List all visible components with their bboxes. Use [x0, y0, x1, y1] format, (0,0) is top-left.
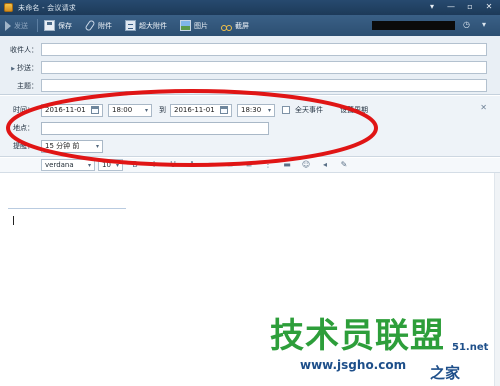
to-separator-label: 到: [159, 106, 166, 114]
window-title: 未命名 - 会议请求: [18, 3, 76, 12]
format-toolbar: verdana ▾ 10 ▾ B I U A ≡ ≡ ≡ ⋮ ▬ ☺ ◂ ✎: [0, 158, 500, 173]
attach-label: 附件: [98, 21, 112, 30]
attach-button[interactable]: 附件: [80, 17, 120, 34]
send-button[interactable]: 发送: [0, 17, 36, 34]
screenshot-label: 截屏: [235, 21, 249, 30]
more-dropdown-icon[interactable]: ▾: [482, 20, 486, 29]
list-icon[interactable]: ≡: [225, 160, 235, 169]
meeting-panel: 时间： 2016-11-01 18:00 ▾ 到 2016-11-01 18:3…: [0, 96, 500, 157]
font-size-value: 10: [102, 161, 111, 169]
insert-line-icon[interactable]: ▬: [282, 160, 292, 169]
cc-label[interactable]: ▶ 抄送：: [0, 63, 41, 73]
end-date-value: 2016-11-01: [174, 106, 215, 114]
format-icons: B I U A ≡ ≡ ≡ ⋮ ▬ ☺ ◂ ✎: [130, 160, 349, 169]
redacted-account: [372, 21, 455, 30]
location-field[interactable]: [41, 121, 269, 135]
more-format-icon[interactable]: ⋮: [263, 160, 273, 169]
align-icon[interactable]: ≡: [206, 160, 216, 169]
to-label: 收件人：: [10, 46, 38, 54]
chevron-down-icon: ▾: [144, 106, 148, 114]
paperclip-icon: [84, 19, 96, 32]
reminder-select[interactable]: 15 分钟 前 ▾: [41, 139, 103, 153]
calendar-icon[interactable]: [91, 106, 99, 114]
location-label: 地点：: [13, 124, 34, 132]
watermark: 技术员联盟 51.net www.jsgho.com 之家: [270, 316, 488, 382]
big-attachment-icon: [125, 20, 136, 31]
indent-icon[interactable]: ≡: [244, 160, 254, 169]
to-field[interactable]: [41, 43, 487, 56]
start-date-picker[interactable]: 2016-11-01: [41, 103, 103, 117]
time-label: 时间：: [13, 106, 34, 114]
send-label: 发送: [14, 21, 28, 30]
panel-close-icon[interactable]: ✕: [480, 103, 487, 112]
bold-icon[interactable]: B: [130, 160, 140, 169]
app-icon: [4, 3, 13, 12]
save-icon: [44, 20, 55, 31]
image-icon: [180, 20, 191, 31]
cc-label-text: 抄送：: [17, 64, 38, 72]
end-time-select[interactable]: 18:30 ▾: [237, 103, 275, 117]
window-controls: ▾ — ▫ ✕: [427, 2, 494, 12]
start-time-value: 18:00: [112, 106, 133, 114]
expand-arrow-icon: ▶: [11, 66, 15, 72]
cc-row: ▶ 抄送：: [0, 61, 41, 75]
history-icon[interactable]: ◷: [463, 20, 470, 29]
font-size-select[interactable]: 10 ▾: [98, 159, 123, 171]
start-date-value: 2016-11-01: [45, 106, 86, 114]
watermark-domain-suffix: 51.net: [452, 342, 489, 353]
time-row: 时间： 2016-11-01 18:00 ▾ 到 2016-11-01 18:3…: [13, 103, 368, 117]
font-family-select[interactable]: verdana ▾: [41, 159, 95, 171]
cc-field[interactable]: [41, 61, 487, 74]
subject-field[interactable]: [41, 79, 487, 92]
chevron-down-icon: ▾: [87, 161, 91, 169]
audio-icon[interactable]: ◂: [320, 160, 330, 169]
toolbar-right: ◷ ▾: [463, 20, 486, 29]
screenshot-button[interactable]: 截屏: [216, 17, 257, 34]
all-day-label: 全天事件: [295, 106, 323, 114]
chevron-down-icon: ▾: [115, 161, 119, 169]
chevron-down-icon: ▾: [267, 106, 271, 114]
text-caret: [13, 216, 14, 225]
location-row: 地点：: [13, 121, 269, 135]
subject-label: 主题：: [17, 82, 38, 90]
italic-icon[interactable]: I: [149, 160, 159, 169]
toolbar-divider: [37, 19, 38, 32]
calendar-icon[interactable]: [220, 106, 228, 114]
signature-icon[interactable]: ✎: [339, 160, 349, 169]
save-label: 保存: [58, 21, 72, 30]
emoji-icon[interactable]: ☺: [301, 160, 311, 169]
big-attach-button[interactable]: 超大附件: [120, 17, 175, 34]
reminder-label: 提醒：: [13, 142, 34, 150]
all-day-checkbox[interactable]: [282, 106, 290, 114]
reminder-value: 15 分钟 前: [45, 142, 80, 150]
title-bar: 未命名 - 会议请求 ▾ — ▫ ✕: [0, 0, 500, 15]
menu-dropdown-icon[interactable]: ▾: [427, 2, 437, 12]
watermark-url: www.jsgho.com: [300, 358, 407, 372]
save-button[interactable]: 保存: [39, 17, 80, 34]
scrollbar[interactable]: [494, 173, 500, 386]
image-label: 图片: [194, 21, 208, 30]
watermark-main-text: 技术员联盟: [270, 316, 445, 356]
to-row: 收件人：: [0, 43, 41, 57]
font-color-icon[interactable]: A: [187, 160, 197, 169]
underline-icon[interactable]: U: [168, 160, 178, 169]
reminder-row: 提醒： 15 分钟 前 ▾: [13, 139, 103, 153]
mail-header: 收件人： ▶ 抄送： 主题：: [0, 36, 500, 95]
end-time-value: 18:30: [241, 106, 262, 114]
start-time-select[interactable]: 18:00 ▾: [108, 103, 152, 117]
close-icon[interactable]: ✕: [484, 2, 494, 12]
watermark-house-text: 之家: [430, 364, 461, 382]
big-attach-label: 超大附件: [139, 21, 167, 30]
font-family-value: verdana: [45, 161, 74, 169]
signature-divider: [8, 208, 126, 209]
send-icon: [5, 20, 11, 31]
image-button[interactable]: 图片: [175, 17, 216, 34]
set-recurrence-link[interactable]: 设置周期: [340, 105, 368, 115]
minimize-icon[interactable]: —: [446, 2, 456, 12]
subject-row: 主题：: [0, 79, 41, 93]
maximize-icon[interactable]: ▫: [465, 2, 475, 12]
chevron-down-icon: ▾: [95, 142, 99, 150]
scissors-icon: [221, 20, 232, 31]
end-date-picker[interactable]: 2016-11-01: [170, 103, 232, 117]
